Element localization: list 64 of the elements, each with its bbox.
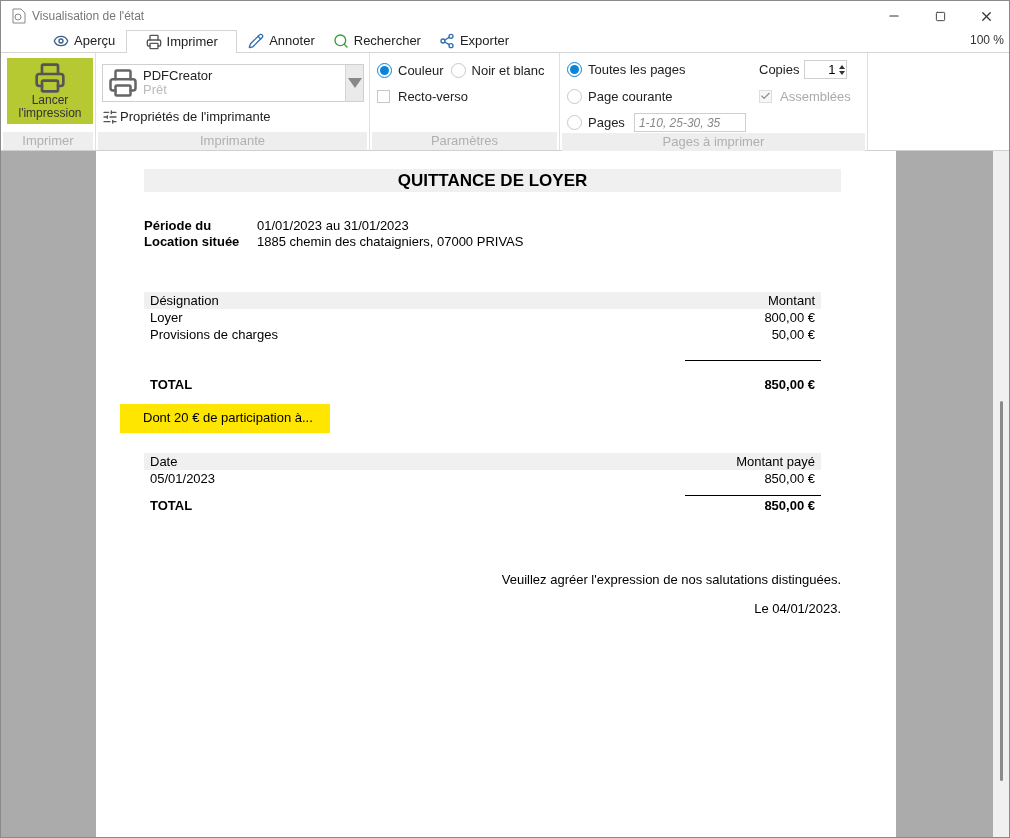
table-cell: Provisions de charges xyxy=(150,326,278,343)
table-cell: Loyer xyxy=(150,309,183,326)
printer-icon xyxy=(145,34,162,50)
print-button[interactable]: Lancer l'impression xyxy=(7,58,93,124)
copies-label: Copies xyxy=(759,61,800,79)
table-cell: 50,00 € xyxy=(771,326,815,343)
radio-label: Noir et blanc xyxy=(471,62,545,80)
radio-button[interactable] xyxy=(377,63,392,79)
document-date: Le 04/01/2023. xyxy=(754,599,841,618)
total-amount: 850,00 € xyxy=(764,376,815,394)
printer-icon xyxy=(108,68,138,98)
eye-icon xyxy=(53,33,69,49)
zoom-level: 100 % xyxy=(969,32,1004,49)
search-icon xyxy=(332,33,349,49)
radio-button[interactable] xyxy=(567,88,582,104)
checkbox-label: Assemblées xyxy=(780,87,851,106)
checkbox-label: Recto-verso xyxy=(398,87,469,106)
ribbon-tab[interactable]: Exporter xyxy=(431,30,517,52)
ribbon-tab[interactable]: Aperçu xyxy=(46,30,123,52)
share-icon xyxy=(438,33,455,49)
info-value: 01/01/2023 au 31/01/2023 xyxy=(257,218,409,234)
printer-icon xyxy=(34,62,66,94)
caret-icon xyxy=(347,78,362,88)
column-header: Date xyxy=(150,452,178,470)
table-cell: 850,00 € xyxy=(764,469,815,487)
total-label: TOTAL xyxy=(150,376,193,394)
radio-label: Toutes les pages xyxy=(588,61,686,79)
total-label: TOTAL xyxy=(150,496,193,515)
radio-button[interactable] xyxy=(450,63,466,79)
document-search-icon xyxy=(12,8,26,24)
radio-label: Pages xyxy=(588,114,625,132)
info-label: Location située xyxy=(144,234,241,250)
document-title: QUITTANCE DE LOYER xyxy=(144,169,841,192)
radio-label: Page courante xyxy=(588,87,673,106)
highlighted-note: Dont 20 € de participation à... xyxy=(120,403,330,433)
info-value: 1885 chemin des chataigniers, 07000 PRIVAS xyxy=(257,234,524,250)
column-header: Montant xyxy=(768,292,815,309)
window-title: Visualisation de l'état xyxy=(32,8,145,25)
table-cell: 05/01/2023 xyxy=(150,469,216,487)
group-label: Imprimer xyxy=(3,132,93,150)
ribbon-tab[interactable]: Rechercher xyxy=(325,30,428,52)
group-label: Pages à imprimer xyxy=(562,132,865,151)
checkbox[interactable] xyxy=(377,89,390,103)
ribbon-tab[interactable]: Annoter xyxy=(241,30,322,52)
pencil-icon xyxy=(248,33,265,49)
group-label: Imprimante xyxy=(98,132,367,150)
printer-properties-button[interactable]: Propriétés de l'imprimante xyxy=(102,107,369,127)
radio-button[interactable] xyxy=(567,115,582,131)
radio-label: Couleur xyxy=(398,62,444,80)
printer-dropdown[interactable]: PDFCreator Prêt xyxy=(102,64,364,102)
sliders-icon xyxy=(102,108,118,125)
ribbon-tab[interactable]: Imprimer xyxy=(126,30,238,53)
copies-spinner[interactable]: 1 xyxy=(804,60,848,80)
total-amount: 850,00 € xyxy=(764,496,815,515)
group-label: Paramètres xyxy=(372,132,557,150)
column-header: Montant payé xyxy=(736,452,815,470)
info-label: Période du xyxy=(144,218,213,234)
radio-button[interactable] xyxy=(567,62,582,78)
pages-input-field[interactable]: 1-10, 25-30, 35 xyxy=(633,113,746,133)
vertical-scrollbar[interactable] xyxy=(993,151,1009,837)
column-header: Désignation xyxy=(150,292,219,309)
closing-sentence: Veuillez agréer l'expression de nos salutations distinguées. xyxy=(501,571,841,589)
maximize-icon xyxy=(934,10,946,22)
table-cell: 800,00 € xyxy=(764,309,815,326)
